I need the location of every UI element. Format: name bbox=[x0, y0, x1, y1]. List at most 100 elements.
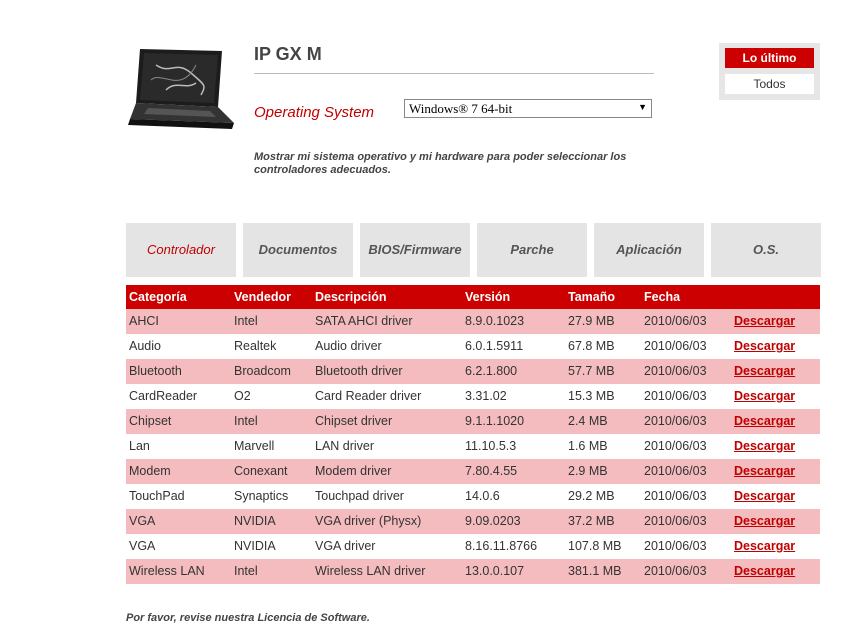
header-category: Categoría bbox=[129, 290, 187, 304]
cell-version: 8.9.0.1023 bbox=[465, 314, 525, 328]
cell-date: 2010/06/03 bbox=[644, 414, 707, 428]
cell-date: 2010/06/03 bbox=[644, 514, 707, 528]
all-filter-button[interactable]: Todos bbox=[725, 74, 814, 94]
cell-version: 11.10.5.3 bbox=[465, 439, 517, 453]
cell-vendor: Intel bbox=[234, 414, 258, 428]
table-row: Audio Realtek Audio driver 6.0.1.5911 67.8 M… bbox=[126, 334, 820, 359]
header-date: Fecha bbox=[644, 290, 681, 304]
tab-documentos[interactable]: Documentos bbox=[243, 223, 353, 277]
cell-size: 37.2 MB bbox=[568, 514, 615, 528]
laptop-image bbox=[126, 45, 236, 137]
cell-description: VGA driver (Physx) bbox=[315, 514, 422, 528]
cell-version: 8.16.11.8766 bbox=[465, 539, 538, 553]
cell-size: 2.9 MB bbox=[568, 464, 608, 478]
cell-vendor: O2 bbox=[234, 389, 251, 403]
cell-description: Card Reader driver bbox=[315, 389, 422, 403]
download-link[interactable]: Descargar bbox=[734, 309, 795, 334]
table-body: AHCI Intel SATA AHCI driver 8.9.0.1023 27.9 … bbox=[126, 309, 820, 584]
download-link[interactable]: Descargar bbox=[734, 359, 795, 384]
cell-size: 29.2 MB bbox=[568, 489, 615, 503]
cell-vendor: Realtek bbox=[234, 339, 277, 353]
header-size: Tamaño bbox=[568, 290, 615, 304]
cell-vendor: Synaptics bbox=[234, 489, 289, 503]
cell-size: 2.4 MB bbox=[568, 414, 608, 428]
table-row: Lan Marvell LAN driver 11.10.5.3 1.6 MB 2010/… bbox=[126, 434, 820, 459]
header-version: Versión bbox=[465, 290, 511, 304]
download-link[interactable]: Descargar bbox=[734, 334, 795, 359]
cell-date: 2010/06/03 bbox=[644, 364, 707, 378]
tab-aplicacion[interactable]: Aplicación bbox=[594, 223, 704, 277]
header-description: Descripción bbox=[315, 290, 387, 304]
download-link[interactable]: Descargar bbox=[734, 559, 795, 584]
cell-category: Lan bbox=[129, 439, 150, 453]
table-row: CardReader O2 Card Reader driver 3.31.02 15.… bbox=[126, 384, 820, 409]
cell-description: Touchpad driver bbox=[315, 489, 404, 503]
cell-description: LAN driver bbox=[315, 439, 375, 453]
table-row: Bluetooth Broadcom Bluetooth driver 6.2.1.8… bbox=[126, 359, 820, 384]
latest-filter-button[interactable]: Lo último bbox=[725, 48, 814, 68]
os-select-value: Windows® 7 64-bit bbox=[409, 101, 513, 116]
cell-category: CardReader bbox=[129, 389, 198, 403]
dropdown-arrow-icon: ▼ bbox=[638, 102, 647, 112]
download-link[interactable]: Descargar bbox=[734, 384, 795, 409]
cell-vendor: Intel bbox=[234, 564, 258, 578]
cell-version: 14.0.6 bbox=[465, 489, 500, 503]
cell-description: Wireless LAN driver bbox=[315, 564, 426, 578]
category-tabs: Controlador Documentos BIOS/Firmware Par… bbox=[126, 223, 821, 277]
cell-size: 381.1 MB bbox=[568, 564, 622, 578]
table-header: Categoría Vendedor Descripción Versión T… bbox=[126, 285, 820, 309]
cell-category: TouchPad bbox=[129, 489, 185, 503]
tab-parche[interactable]: Parche bbox=[477, 223, 587, 277]
cell-vendor: Intel bbox=[234, 314, 258, 328]
cell-size: 27.9 MB bbox=[568, 314, 615, 328]
table-row: Chipset Intel Chipset driver 9.1.1.1020 2.4 … bbox=[126, 409, 820, 434]
cell-date: 2010/06/03 bbox=[644, 439, 707, 453]
cell-version: 3.31.02 bbox=[465, 389, 507, 403]
cell-version: 13.0.0.107 bbox=[465, 564, 525, 578]
os-hardware-note: Mostrar mi sistema operativo y mi hardwa… bbox=[254, 151, 627, 176]
download-link[interactable]: Descargar bbox=[734, 459, 795, 484]
os-label: Operating System bbox=[254, 104, 375, 121]
product-title: IP GX M bbox=[254, 44, 322, 64]
cell-vendor: Broadcom bbox=[234, 364, 291, 378]
cell-size: 57.7 MB bbox=[568, 364, 615, 378]
cell-category: VGA bbox=[129, 514, 156, 528]
cell-version: 9.09.0203 bbox=[465, 514, 521, 528]
download-link[interactable]: Descargar bbox=[734, 484, 795, 509]
cell-version: 9.1.1.1020 bbox=[465, 414, 525, 428]
table-row: AHCI Intel SATA AHCI driver 8.9.0.1023 27.9 … bbox=[126, 309, 820, 334]
tab-os[interactable]: O.S. bbox=[711, 223, 821, 277]
license-note[interactable]: Por favor, revise nuestra Licencia de So… bbox=[126, 612, 370, 624]
download-link[interactable]: Descargar bbox=[734, 434, 795, 459]
table-row: VGA NVIDIA VGA driver 8.16.11.8766 107.8 MB 2… bbox=[126, 534, 820, 559]
table-row: TouchPad Synaptics Touchpad driver 14.0.6 29… bbox=[126, 484, 820, 509]
cell-description: Modem driver bbox=[315, 464, 392, 478]
cell-vendor: Conexant bbox=[234, 464, 288, 478]
cell-date: 2010/06/03 bbox=[644, 339, 707, 353]
cell-description: SATA AHCI driver bbox=[315, 314, 413, 328]
download-link[interactable]: Descargar bbox=[734, 534, 795, 559]
cell-size: 107.8 MB bbox=[568, 539, 622, 553]
cell-description: VGA driver bbox=[315, 539, 376, 553]
cell-category: Bluetooth bbox=[129, 364, 182, 378]
drivers-table: Categoría Vendedor Descripción Versión T… bbox=[126, 285, 820, 584]
tab-controlador[interactable]: Controlador bbox=[126, 223, 236, 277]
table-row: Wireless LAN Intel Wireless LAN driver 13.0… bbox=[126, 559, 820, 584]
os-select[interactable]: Windows® 7 64-bit ▼ bbox=[404, 99, 652, 118]
cell-version: 6.2.1.800 bbox=[465, 364, 518, 378]
cell-vendor: Marvell bbox=[234, 439, 275, 453]
filter-box: Lo último Todos bbox=[719, 43, 820, 100]
cell-version: 7.80.4.55 bbox=[465, 464, 518, 478]
title-divider bbox=[254, 73, 654, 74]
table-row: Modem Conexant Modem driver 7.80.4.55 2.9 MB… bbox=[126, 459, 820, 484]
cell-size: 1.6 MB bbox=[568, 439, 608, 453]
cell-description: Bluetooth driver bbox=[315, 364, 403, 378]
cell-date: 2010/06/03 bbox=[644, 539, 707, 553]
download-link[interactable]: Descargar bbox=[734, 509, 795, 534]
tab-bios-firmware[interactable]: BIOS/Firmware bbox=[360, 223, 470, 277]
cell-size: 15.3 MB bbox=[568, 389, 615, 403]
cell-date: 2010/06/03 bbox=[644, 564, 707, 578]
download-link[interactable]: Descargar bbox=[734, 409, 795, 434]
cell-date: 2010/06/03 bbox=[644, 314, 707, 328]
cell-vendor: NVIDIA bbox=[234, 514, 276, 528]
